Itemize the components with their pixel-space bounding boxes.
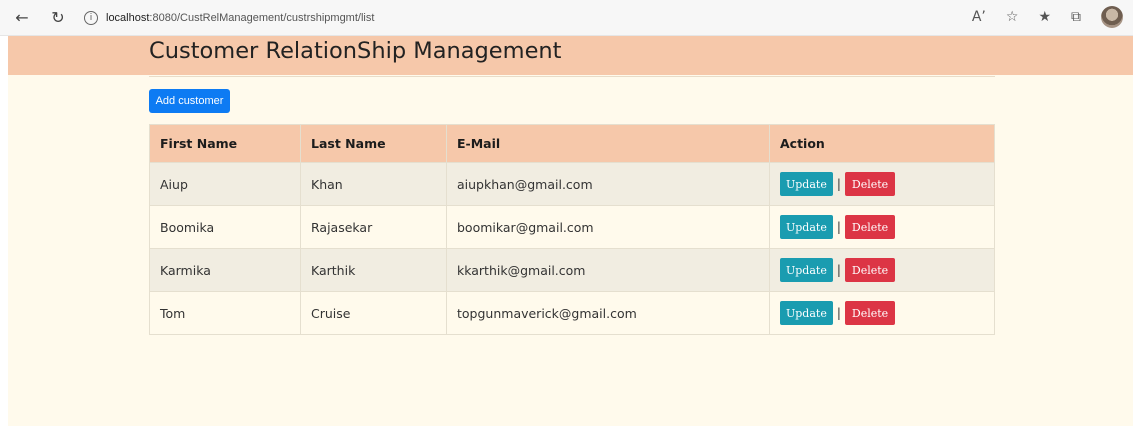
add-favorite-icon[interactable]: ☆ — [1006, 9, 1019, 25]
reload-icon[interactable]: ↻ — [46, 6, 70, 30]
update-button[interactable]: Update — [780, 258, 833, 282]
cell-email: topgunmaverick@gmail.com — [446, 291, 770, 335]
collections-icon[interactable]: ⧉ — [1071, 9, 1081, 25]
cell-email: kkarthik@gmail.com — [446, 248, 770, 292]
action-separator: | — [836, 306, 841, 320]
cell-action: Update | Delete — [769, 205, 995, 249]
cell-last-name: Karthik — [300, 248, 447, 292]
delete-button[interactable]: Delete — [844, 301, 896, 325]
read-aloud-icon[interactable]: A’ — [972, 9, 986, 25]
cell-action: Update | Delete — [769, 291, 995, 335]
header-action: Action — [769, 124, 995, 163]
customer-table: First Name Last Name E-Mail Action Aiup … — [149, 124, 995, 335]
cell-last-name: Khan — [300, 162, 447, 206]
cell-first-name: Karmika — [149, 248, 301, 292]
cell-first-name: Tom — [149, 291, 301, 335]
page-title: Customer RelationShip Management — [149, 38, 562, 64]
cell-first-name: Aiup — [149, 162, 301, 206]
favorites-icon[interactable]: ★ — [1038, 9, 1051, 25]
table-row: Aiup Khan aiupkhan@gmail.com Update | De… — [149, 162, 995, 206]
action-separator: | — [836, 220, 841, 234]
table-row: Tom Cruise topgunmaverick@gmail.com Upda… — [149, 291, 995, 335]
table-header-row: First Name Last Name E-Mail Action — [149, 124, 995, 163]
delete-button[interactable]: Delete — [844, 258, 896, 282]
url-path: :8080/CustRelManagement/custrshipmgmt/li… — [149, 11, 375, 24]
cell-email: aiupkhan@gmail.com — [446, 162, 770, 206]
page-content: Customer RelationShip Management Add cus… — [8, 36, 1133, 426]
delete-button[interactable]: Delete — [844, 215, 896, 239]
title-divider — [149, 76, 995, 77]
table-row: Karmika Karthik kkarthik@gmail.com Updat… — [149, 248, 995, 292]
cell-last-name: Rajasekar — [300, 205, 447, 249]
url-host: localhost — [106, 11, 150, 24]
cell-email: boomikar@gmail.com — [446, 205, 770, 249]
update-button[interactable]: Update — [780, 301, 833, 325]
cell-first-name: Boomika — [149, 205, 301, 249]
browser-toolbar: ← ↻ i localhost:8080/CustRelManagement/c… — [0, 0, 1133, 36]
action-separator: | — [836, 263, 841, 277]
cell-action: Update | Delete — [769, 248, 995, 292]
delete-button[interactable]: Delete — [844, 172, 896, 196]
add-customer-button[interactable]: Add customer — [149, 89, 230, 113]
header-last-name: Last Name — [300, 124, 447, 163]
header-first-name: First Name — [149, 124, 301, 163]
info-icon[interactable]: i — [84, 10, 98, 25]
table-row: Boomika Rajasekar boomikar@gmail.com Upd… — [149, 205, 995, 249]
profile-avatar[interactable] — [1101, 6, 1123, 28]
address-bar[interactable]: localhost:8080/CustRelManagement/custrsh… — [106, 12, 374, 24]
browser-actions: A’ ☆ ★ ⧉ — [972, 6, 1123, 28]
update-button[interactable]: Update — [780, 172, 833, 196]
update-button[interactable]: Update — [780, 215, 833, 239]
back-arrow-icon[interactable]: ← — [10, 6, 34, 30]
action-separator: | — [836, 177, 841, 191]
header-email: E-Mail — [446, 124, 770, 163]
cell-action: Update | Delete — [769, 162, 995, 206]
cell-last-name: Cruise — [300, 291, 447, 335]
